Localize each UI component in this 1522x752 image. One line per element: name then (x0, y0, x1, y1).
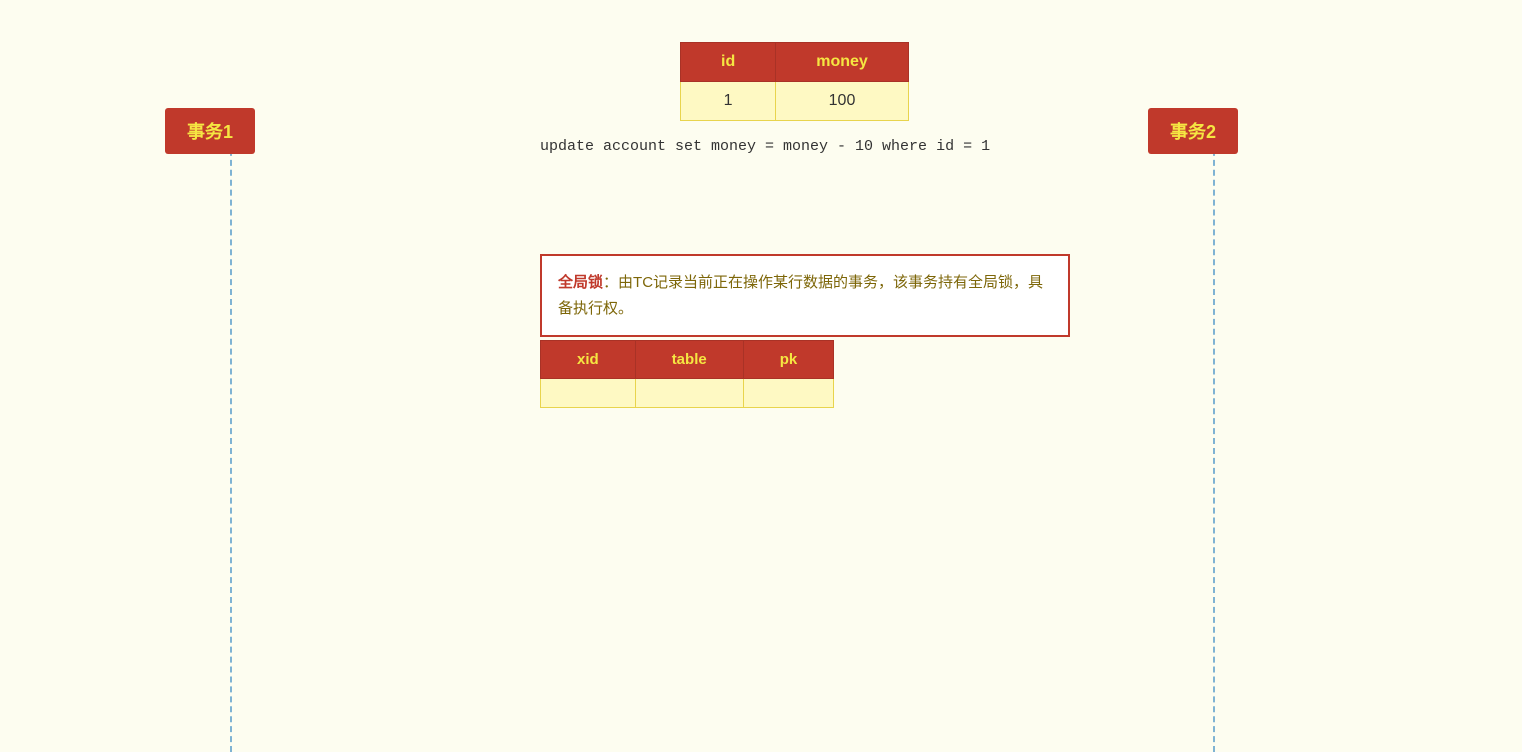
lock-table-header-xid: xid (541, 341, 636, 379)
account-table-cell-id: 1 (681, 82, 776, 121)
page-container: 事务1 事务2 id money 1 100 update account se… (0, 0, 1522, 752)
transaction2-text: 事务2 (1170, 122, 1216, 142)
lock-table-row (541, 379, 834, 408)
lock-table-cell-table (635, 379, 743, 408)
transaction1-text: 事务1 (187, 122, 233, 142)
lock-table-cell-pk (743, 379, 834, 408)
lock-table-header-pk: pk (743, 341, 834, 379)
account-table: id money 1 100 (680, 42, 909, 121)
info-box: 全局锁：由TC记录当前正在操作某行数据的事务，该事务持有全局锁，具备执行权。 (540, 254, 1070, 337)
sql-statement: update account set money = money - 10 wh… (540, 138, 990, 155)
account-table-row: 1 100 (681, 82, 909, 121)
lock-table: xid table pk (540, 340, 834, 408)
info-box-highlight: 全局锁 (558, 274, 603, 291)
transaction2-label: 事务2 (1148, 108, 1238, 154)
account-table-cell-money: 100 (776, 82, 909, 121)
timeline-line-2 (1213, 140, 1215, 752)
info-box-colon: ： (603, 274, 618, 291)
transaction1-label: 事务1 (165, 108, 255, 154)
timeline-line-1 (230, 140, 232, 752)
account-table-header-id: id (681, 43, 776, 82)
info-box-text: 由TC记录当前正在操作某行数据的事务，该事务持有全局锁，具备执行权。 (558, 274, 1043, 317)
account-table-header-money: money (776, 43, 909, 82)
lock-table-header-table: table (635, 341, 743, 379)
lock-table-cell-xid (541, 379, 636, 408)
